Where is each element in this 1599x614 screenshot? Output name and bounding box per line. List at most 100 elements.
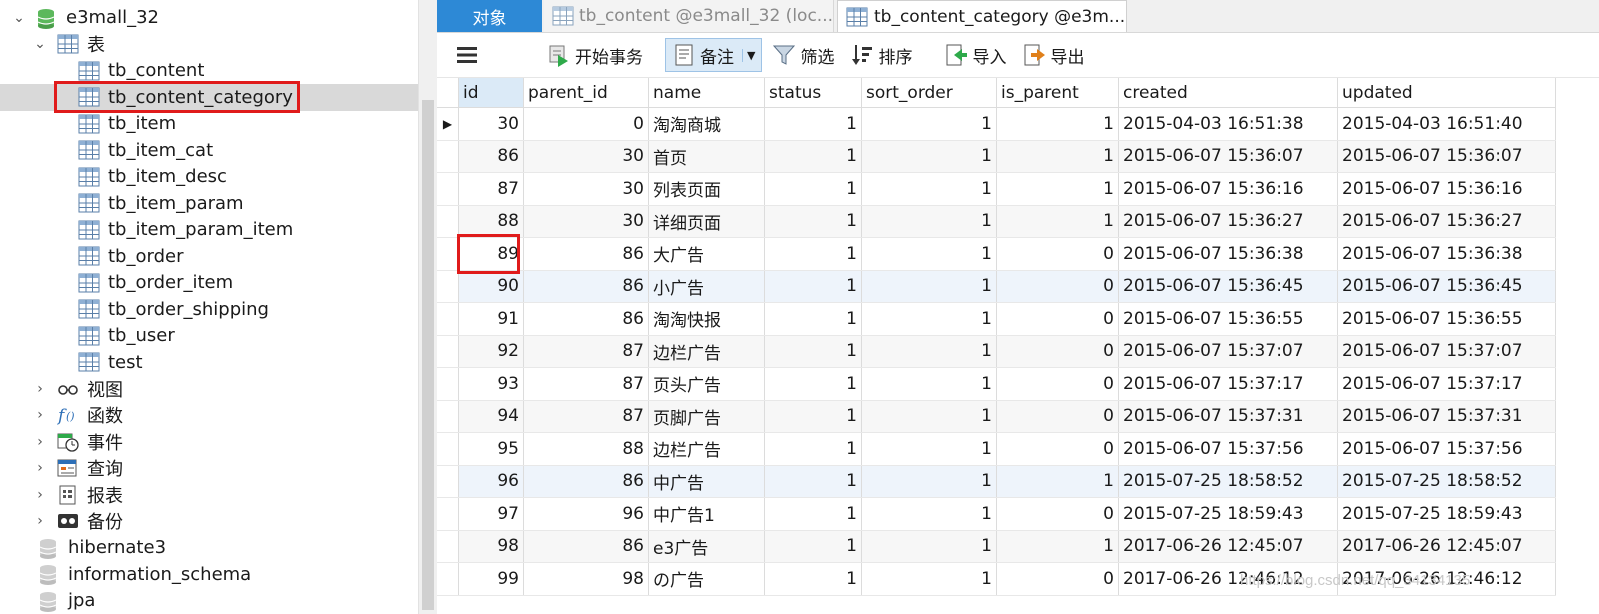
cell-id[interactable]: 96 bbox=[458, 465, 524, 498]
cell-created[interactable]: 2015-06-07 15:37:31 bbox=[1118, 400, 1338, 433]
current-row-arrow-icon[interactable]: ▶ bbox=[437, 107, 459, 141]
cell-is-parent[interactable]: 0 bbox=[996, 562, 1119, 596]
cell-parent-id[interactable]: 30 bbox=[523, 172, 649, 206]
import-button[interactable]: 导入 bbox=[938, 38, 1012, 72]
cell-updated[interactable]: 2015-04-03 16:51:40 bbox=[1337, 107, 1556, 141]
tree-database-information-schema[interactable]: information_schema bbox=[0, 561, 418, 588]
table-row[interactable]: 91 86 淘淘快报 1 1 0 2015-06-07 15:36:55 2015-06-07… bbox=[437, 302, 1556, 336]
tree-table-test[interactable]: test bbox=[0, 349, 418, 376]
cell-name[interactable]: 页脚广告 bbox=[648, 400, 765, 433]
cell-name[interactable]: 页头广告 bbox=[648, 367, 765, 401]
cell-id[interactable]: 30 bbox=[458, 107, 524, 141]
row-marker[interactable] bbox=[437, 400, 459, 433]
cell-parent-id[interactable]: 30 bbox=[523, 205, 649, 238]
cell-updated[interactable]: 2015-06-07 15:36:55 bbox=[1337, 302, 1556, 336]
cell-status[interactable]: 1 bbox=[764, 530, 862, 563]
cell-created[interactable]: 2015-06-07 15:36:27 bbox=[1118, 205, 1338, 238]
cell-status[interactable]: 1 bbox=[764, 432, 862, 466]
chevron-down-icon[interactable]: ▼ bbox=[742, 48, 755, 62]
cell-status[interactable]: 1 bbox=[764, 400, 862, 433]
cell-created[interactable]: 2015-07-25 18:58:52 bbox=[1118, 465, 1338, 498]
row-marker[interactable] bbox=[437, 205, 459, 238]
cell-parent-id[interactable]: 88 bbox=[523, 432, 649, 466]
cell-status[interactable]: 1 bbox=[764, 367, 862, 401]
cell-is-parent[interactable]: 1 bbox=[996, 465, 1119, 498]
cell-sort-order[interactable]: 1 bbox=[861, 140, 997, 173]
cell-parent-id[interactable]: 86 bbox=[523, 270, 649, 303]
tree-table-tb-content[interactable]: tb_content bbox=[0, 57, 418, 84]
filter-button[interactable]: 筛选 bbox=[766, 38, 840, 72]
cell-is-parent[interactable]: 0 bbox=[996, 432, 1119, 466]
tree-group-query[interactable]: › 查询 bbox=[0, 455, 418, 482]
cell-is-parent[interactable]: 1 bbox=[996, 530, 1119, 563]
tree-table-tb-user[interactable]: tb_user bbox=[0, 322, 418, 349]
cell-sort-order[interactable]: 1 bbox=[861, 205, 997, 238]
table-row[interactable]: 97 96 中广告1 1 1 0 2015-07-25 18:59:43 2015-07-25… bbox=[437, 497, 1556, 531]
cell-id[interactable]: 99 bbox=[458, 562, 524, 596]
cell-parent-id[interactable]: 86 bbox=[523, 302, 649, 336]
table-row[interactable]: 95 88 边栏广告 1 1 0 2015-06-07 15:37:56 2015-06-07… bbox=[437, 432, 1556, 466]
cell-sort-order[interactable]: 1 bbox=[861, 497, 997, 531]
tree-group-backup[interactable]: › 备份 bbox=[0, 508, 418, 535]
row-marker[interactable] bbox=[437, 562, 459, 596]
row-marker[interactable] bbox=[437, 237, 459, 271]
tree-tables-group[interactable]: ⌄ 表 bbox=[0, 30, 418, 57]
cell-parent-id[interactable]: 86 bbox=[523, 237, 649, 271]
cell-is-parent[interactable]: 1 bbox=[996, 205, 1119, 238]
tree-table-tb-item-desc[interactable]: tb_item_desc bbox=[0, 163, 418, 190]
column-header-created[interactable]: created bbox=[1118, 78, 1338, 108]
row-marker[interactable] bbox=[437, 530, 459, 563]
cell-id[interactable]: 93 bbox=[458, 367, 524, 401]
cell-id[interactable]: 94 bbox=[458, 400, 524, 433]
cell-id[interactable]: 97 bbox=[458, 497, 524, 531]
cell-sort-order[interactable]: 1 bbox=[861, 237, 997, 271]
tree-table-tb-item-param[interactable]: tb_item_param bbox=[0, 190, 418, 217]
cell-parent-id[interactable]: 96 bbox=[523, 497, 649, 531]
cell-parent-id[interactable]: 87 bbox=[523, 335, 649, 368]
cell-parent-id[interactable]: 98 bbox=[523, 562, 649, 596]
cell-updated[interactable]: 2015-06-07 15:37:56 bbox=[1337, 432, 1556, 466]
cell-status[interactable]: 1 bbox=[764, 205, 862, 238]
cell-updated[interactable]: 2015-06-07 15:36:16 bbox=[1337, 172, 1556, 206]
cell-sort-order[interactable]: 1 bbox=[861, 367, 997, 401]
cell-name[interactable]: 中广告 bbox=[648, 465, 765, 498]
table-row[interactable]: ▶ 30 0 淘淘商城 1 1 1 2015-04-03 16:51:38 2015-04-03… bbox=[437, 107, 1556, 141]
cell-id[interactable]: 86 bbox=[458, 140, 524, 173]
chevron-right-icon[interactable]: › bbox=[33, 488, 47, 502]
cell-status[interactable]: 1 bbox=[764, 302, 862, 336]
cell-is-parent[interactable]: 0 bbox=[996, 335, 1119, 368]
cell-updated[interactable]: 2017-06-26 12:45:07 bbox=[1337, 530, 1556, 563]
tree-database-e3mall[interactable]: ⌄ e3mall_32 bbox=[0, 4, 418, 31]
cell-name[interactable]: 详细页面 bbox=[648, 205, 765, 238]
cell-name[interactable]: 淘淘商城 bbox=[648, 107, 765, 141]
cell-sort-order[interactable]: 1 bbox=[861, 530, 997, 563]
cell-sort-order[interactable]: 1 bbox=[861, 335, 997, 368]
column-header-status[interactable]: status bbox=[764, 78, 862, 108]
cell-created[interactable]: 2015-06-07 15:36:38 bbox=[1118, 237, 1338, 271]
cell-sort-order[interactable]: 1 bbox=[861, 107, 997, 141]
sort-button[interactable]: 排序 bbox=[844, 38, 918, 72]
column-header-is-parent[interactable]: is_parent bbox=[996, 78, 1119, 108]
cell-id[interactable]: 92 bbox=[458, 335, 524, 368]
tree-database-hibernate3[interactable]: hibernate3 bbox=[0, 534, 418, 561]
cell-parent-id[interactable]: 87 bbox=[523, 367, 649, 401]
cell-updated[interactable]: 2015-06-07 15:36:07 bbox=[1337, 140, 1556, 173]
cell-updated[interactable]: 2015-06-07 15:36:45 bbox=[1337, 270, 1556, 303]
table-row[interactable]: 92 87 边栏广告 1 1 0 2015-06-07 15:37:07 2015-06-07… bbox=[437, 335, 1556, 368]
cell-id[interactable]: 89 bbox=[458, 237, 524, 271]
cell-created[interactable]: 2015-06-07 15:36:45 bbox=[1118, 270, 1338, 303]
chevron-down-icon[interactable]: ⌄ bbox=[33, 37, 47, 51]
cell-id[interactable]: 88 bbox=[458, 205, 524, 238]
cell-is-parent[interactable]: 1 bbox=[996, 140, 1119, 173]
cell-id[interactable]: 98 bbox=[458, 530, 524, 563]
cell-updated[interactable]: 2015-07-25 18:58:52 bbox=[1337, 465, 1556, 498]
cell-name[interactable]: 首页 bbox=[648, 140, 765, 173]
tree-table-tb-item-cat[interactable]: tb_item_cat bbox=[0, 137, 418, 164]
cell-created[interactable]: 2015-07-25 18:59:43 bbox=[1118, 497, 1338, 531]
cell-updated[interactable]: 2015-06-07 15:37:07 bbox=[1337, 335, 1556, 368]
cell-name[interactable]: 列表页面 bbox=[648, 172, 765, 206]
row-marker[interactable] bbox=[437, 335, 459, 368]
tree-group-report[interactable]: › 报表 bbox=[0, 481, 418, 508]
column-header-id[interactable]: id bbox=[458, 78, 524, 108]
begin-transaction-button[interactable]: 开始事务 bbox=[541, 38, 649, 72]
